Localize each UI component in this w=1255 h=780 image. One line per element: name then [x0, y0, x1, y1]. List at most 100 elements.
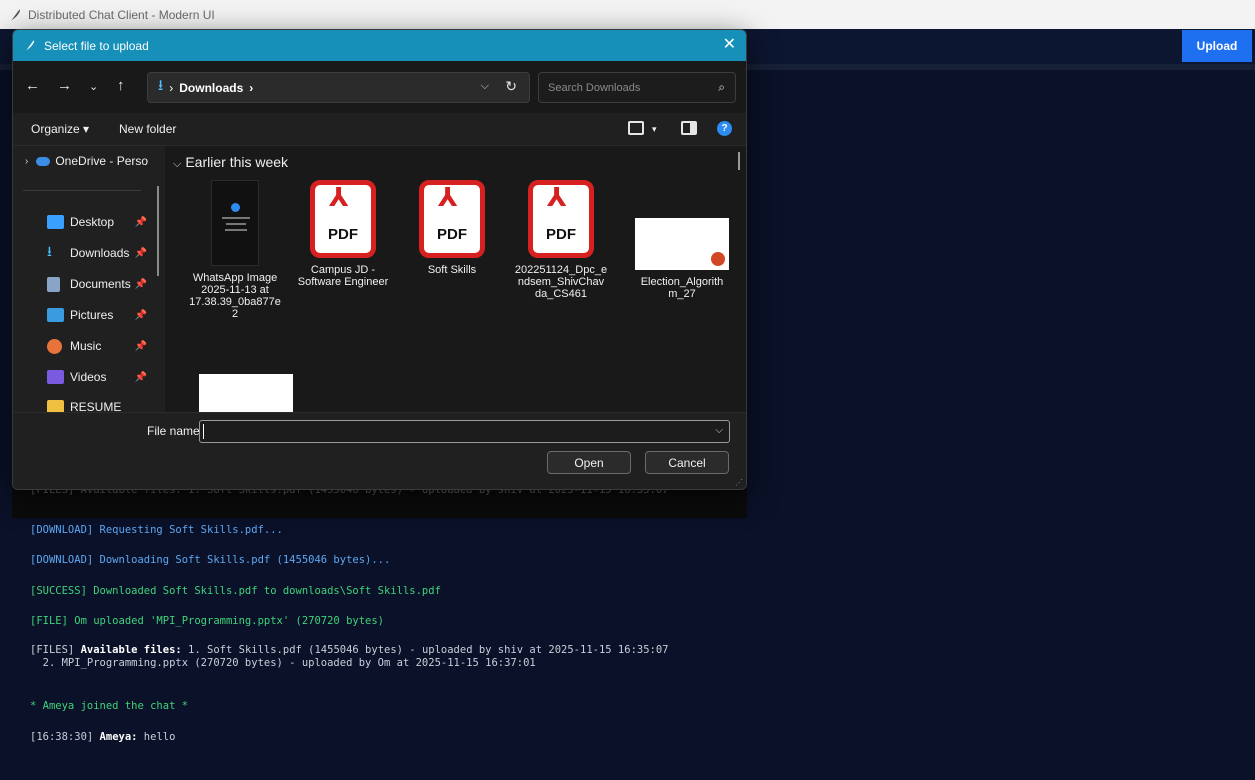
help-icon[interactable]: ?: [717, 121, 732, 136]
chat-line-join: * Ameya joined the chat *: [30, 700, 189, 712]
message-time: [16:38:30]: [30, 731, 100, 743]
sidebar-item-pictures[interactable]: Pictures 📌: [13, 304, 159, 326]
sidebar-item-documents[interactable]: Documents 📌: [13, 273, 159, 295]
up-arrow-icon[interactable]: ↑: [117, 77, 125, 94]
organize-button[interactable]: Organize ▾: [31, 122, 89, 136]
sidebar-item-label: Desktop: [70, 215, 115, 229]
files-prefix: [FILES]: [30, 644, 81, 656]
file-item[interactable]: [196, 374, 296, 412]
window-title: Distributed Chat Client - Modern UI: [28, 7, 215, 22]
pdf-label: PDF: [437, 226, 467, 243]
pin-icon[interactable]: 📌: [135, 279, 147, 290]
pptx-thumbnail: [199, 374, 293, 412]
view-dropdown-icon[interactable]: ▾: [652, 124, 657, 135]
sidebar-item-resume[interactable]: RESUME: [13, 396, 159, 412]
resize-grip-icon[interactable]: ⋰: [735, 478, 743, 487]
chat-line: [SUCCESS] Downloaded Soft Skills.pdf to …: [30, 585, 441, 597]
forward-arrow-icon[interactable]: →: [57, 77, 72, 94]
sidebar-item-label: Downloads: [70, 246, 130, 260]
close-icon[interactable]: ✕: [723, 36, 736, 54]
chat-line-files: [FILES] Available files: 1. Soft Skills.…: [30, 644, 669, 657]
file-item[interactable]: ⅄ PDF Soft Skills: [402, 180, 502, 276]
sidebar-item-music[interactable]: Music 📌: [13, 335, 159, 357]
videos-icon: [47, 370, 64, 384]
pin-icon[interactable]: 📌: [135, 217, 147, 228]
expand-chevron-icon[interactable]: ›: [25, 156, 28, 167]
pdf-label: PDF: [328, 226, 358, 243]
file-item[interactable]: ⅄ PDF 202251124_Dpc_e ndsem_ShivChav da_C…: [511, 180, 611, 300]
breadcrumb-sep-icon: ›: [169, 80, 174, 95]
chat-line-message: [16:38:30] Ameya: hello: [30, 731, 175, 744]
file-name-input[interactable]: ⌵: [199, 420, 730, 443]
music-icon: [47, 338, 62, 354]
sidebar-item-onedrive[interactable]: › OneDrive - Perso: [13, 150, 159, 172]
acrobat-icon: ⅄: [438, 183, 458, 213]
file-name: WhatsApp Image 2025-11-13 at 17.38.39_0b…: [189, 272, 281, 320]
file-item[interactable]: Election_Algorith m_27: [632, 218, 732, 300]
breadcrumb-downloads[interactable]: Downloads: [179, 81, 243, 95]
sidebar-item-label: Pictures: [70, 308, 114, 322]
onedrive-icon: [36, 156, 51, 166]
thumb-text-line: [222, 217, 250, 219]
pdf-icon: ⅄ PDF: [419, 180, 485, 258]
navigation-pane[interactable]: › OneDrive - Perso Desktop 📌 ⭳ Downloads…: [13, 146, 159, 412]
navigation-bar: ← → ⌄ ↑ ⭳ › Downloads › ⌵ ↻ Search Downl…: [13, 61, 746, 113]
file-dialog: Select file to upload ✕ ← → ⌄ ↑ ⭳ › Down…: [12, 29, 747, 490]
view-options-icon[interactable]: [628, 121, 644, 135]
file-name: Election_Algorith m_27: [640, 276, 724, 300]
sidebar-item-desktop[interactable]: Desktop 📌: [13, 211, 159, 233]
command-bar: Organize ▾ New folder ▾ ?: [13, 113, 746, 146]
pdf-icon: ⅄ PDF: [310, 180, 376, 258]
recent-chevron-icon[interactable]: ⌄: [89, 80, 98, 93]
file-name-label: File name:: [147, 424, 204, 438]
group-header[interactable]: ⌵ Earlier this week: [173, 154, 288, 171]
collapse-chevron-icon[interactable]: ⌵: [173, 158, 181, 170]
file-item[interactable]: ⅄ PDF Campus JD - Software Engineer: [293, 180, 393, 288]
app-feather-icon: [11, 9, 20, 21]
upload-button[interactable]: Upload: [1182, 30, 1252, 62]
sidebar-item-downloads[interactable]: ⭳ Downloads 📌: [13, 242, 159, 264]
documents-icon: [47, 276, 60, 292]
pin-icon[interactable]: 📌: [135, 341, 147, 352]
new-folder-button[interactable]: New folder: [119, 122, 176, 136]
file-list-scrollbar[interactable]: [738, 152, 740, 170]
preview-pane-icon[interactable]: [681, 121, 697, 135]
chat-line-files-2: 2. MPI_Programming.pptx (270720 bytes) -…: [30, 657, 536, 669]
file-item[interactable]: WhatsApp Image 2025-11-13 at 17.38.39_0b…: [185, 180, 285, 320]
cancel-button[interactable]: Cancel: [645, 451, 729, 474]
sidebar-item-label: OneDrive - Perso: [55, 154, 149, 168]
file-list[interactable]: ⌵ Earlier this week WhatsApp Image 2025-1…: [165, 146, 746, 412]
pdf-icon: ⅄ PDF: [528, 180, 594, 258]
pptx-thumbnail: [635, 218, 729, 270]
pin-icon[interactable]: 📌: [135, 248, 147, 259]
file-name: Campus JD - Software Engineer: [297, 264, 389, 288]
sidebar-item-label: Music: [70, 339, 102, 353]
dialog-titlebar: Select file to upload ✕: [13, 30, 746, 61]
breadcrumb-sep-icon[interactable]: ›: [249, 81, 253, 95]
open-button[interactable]: Open: [547, 451, 631, 474]
download-icon: ⭳: [158, 77, 164, 94]
message-user: Ameya:: [99, 731, 138, 743]
search-placeholder: Search Downloads: [548, 81, 641, 94]
message-text: hello: [137, 731, 176, 743]
address-bar[interactable]: ⭳ › Downloads › ⌵ ↻: [147, 72, 530, 103]
sidebar-item-label: Videos: [70, 370, 107, 384]
sidebar-item-label: RESUME: [70, 400, 122, 412]
files-item-1: 1. Soft Skills.pdf (1455046 bytes) - upl…: [181, 644, 669, 656]
acrobat-icon: ⅄: [329, 183, 349, 213]
file-name: Soft Skills: [427, 264, 477, 276]
dialog-feather-icon: [25, 40, 35, 52]
sidebar-item-label: Documents: [70, 277, 131, 291]
dialog-title: Select file to upload: [44, 38, 149, 53]
back-arrow-icon[interactable]: ←: [25, 77, 40, 94]
window-titlebar: Distributed Chat Client - Modern UI: [0, 0, 1255, 29]
address-dropdown-icon[interactable]: ⌵: [481, 80, 489, 93]
download-icon: ⭳: [47, 243, 52, 259]
sidebar-item-videos[interactable]: Videos 📌: [13, 366, 159, 388]
search-icon: ⌕: [718, 80, 725, 94]
refresh-icon[interactable]: ↻: [505, 78, 517, 95]
chevron-down-icon[interactable]: ⌵: [715, 425, 723, 436]
search-input[interactable]: Search Downloads ⌕: [538, 72, 736, 103]
pin-icon[interactable]: 📌: [135, 310, 147, 321]
pin-icon[interactable]: 📌: [135, 372, 147, 383]
